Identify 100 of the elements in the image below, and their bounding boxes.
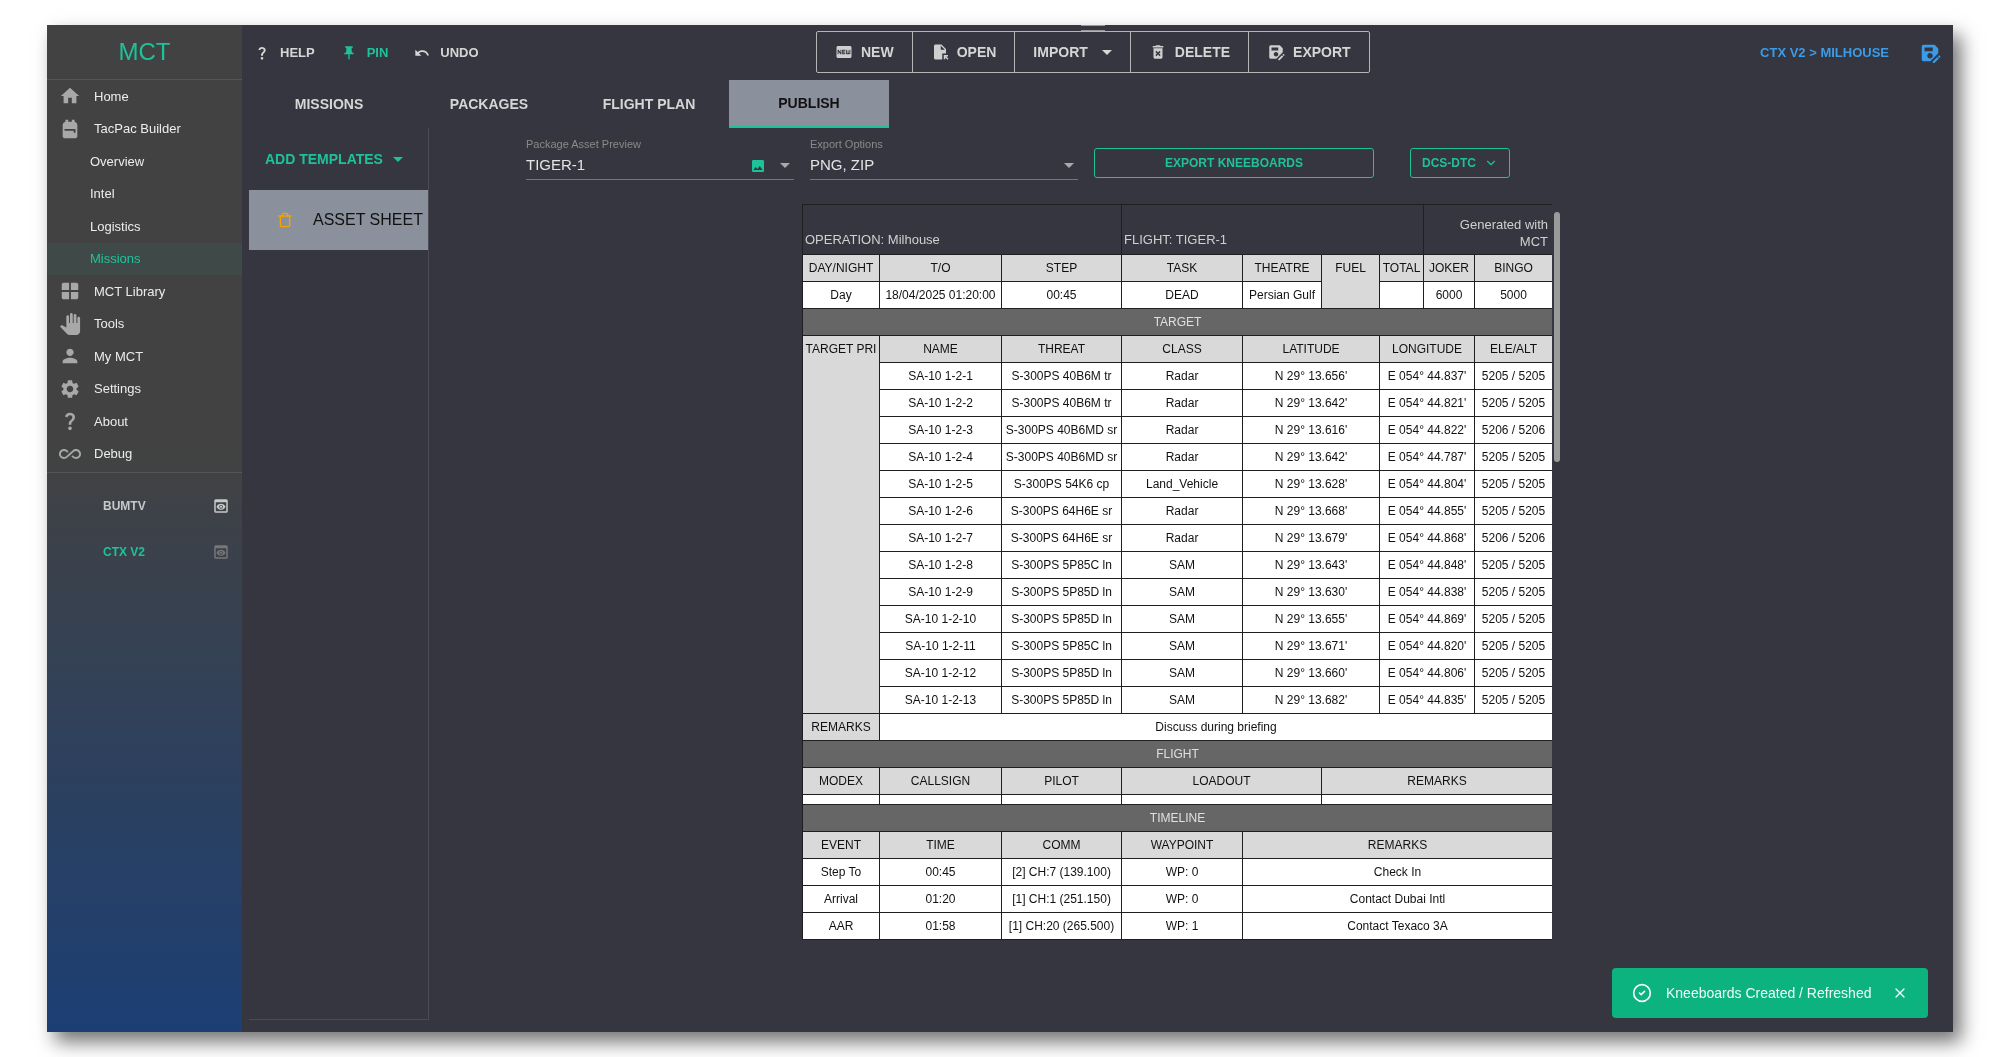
- table-cell: E 054° 44.822': [1379, 416, 1475, 443]
- table-cell: Day: [802, 281, 880, 308]
- table-cell: Radar: [1121, 443, 1243, 470]
- file-button[interactable]: DELETE: [1129, 32, 1249, 72]
- table-cell: 01:20: [879, 885, 1002, 912]
- header-cell: LOADOUT: [1121, 767, 1322, 794]
- toolbar-button[interactable]: UNDO: [414, 42, 479, 63]
- table-cell: N 29° 13.642': [1242, 443, 1380, 470]
- table-cell: S-300PS 5P85C ln: [1001, 632, 1122, 659]
- table-cell: WP: 0: [1121, 885, 1243, 912]
- table-cell: 5205 / 5205: [1474, 632, 1552, 659]
- table-cell: WP: 1: [1121, 912, 1243, 939]
- table-cell: 5205 / 5205: [1474, 389, 1552, 416]
- table-cell: [1] CH:20 (265.500): [1001, 912, 1122, 939]
- sidebar-item[interactable]: Logistics: [47, 210, 242, 243]
- table-cell: SA-10 1-2-1: [879, 362, 1002, 389]
- dropdown-caret-icon: [780, 163, 790, 168]
- tab[interactable]: MISSIONS: [249, 80, 409, 128]
- table-cell: DEAD: [1121, 281, 1243, 308]
- header-cell: ELE/ALT: [1474, 335, 1552, 362]
- sidebar-item[interactable]: About: [47, 405, 242, 438]
- campaign-item[interactable]: BUMTV: [47, 483, 242, 529]
- table-cell: SAM: [1121, 605, 1243, 632]
- table-cell: N 29° 13.628': [1242, 470, 1380, 497]
- tab[interactable]: PUBLISH: [729, 80, 889, 128]
- table-cell: Radar: [1121, 497, 1243, 524]
- table-cell: S-300PS 5P85D ln: [1001, 659, 1122, 686]
- header-cell: BINGO: [1474, 254, 1552, 281]
- sidebar-item[interactable]: MCT Library: [47, 275, 242, 308]
- select-field[interactable]: Export Options PNG, ZIP: [810, 136, 1078, 180]
- table-cell: N 29° 13.668': [1242, 497, 1380, 524]
- sidebar-item[interactable]: Debug: [47, 437, 242, 470]
- select-field[interactable]: Package Asset Preview TIGER-1: [526, 136, 794, 180]
- sidebar-item[interactable]: Home: [47, 80, 242, 113]
- table-cell: N 29° 13.671': [1242, 632, 1380, 659]
- header-cell: THREAT: [1001, 335, 1122, 362]
- campaign-item[interactable]: CTX V2: [47, 529, 242, 575]
- sidebar-item[interactable]: Tools: [47, 307, 242, 340]
- header-cell: LONGITUDE: [1379, 335, 1475, 362]
- template-item[interactable]: ASSET SHEET: [249, 190, 428, 250]
- header-cell: REMARKS: [1321, 767, 1552, 794]
- table-cell: E 054° 44.848': [1379, 551, 1475, 578]
- scrollbar[interactable]: [1554, 211, 1560, 462]
- table-cell: SA-10 1-2-3: [879, 416, 1002, 443]
- table-cell: SAM: [1121, 686, 1243, 713]
- sidebar-item[interactable]: Settings: [47, 372, 242, 405]
- table-cell: 5206 / 5206: [1474, 524, 1552, 551]
- table-cell: E 054° 44.806': [1379, 659, 1475, 686]
- file-button[interactable]: OPEN: [911, 32, 1015, 72]
- table-cell: E 054° 44.855': [1379, 497, 1475, 524]
- image-icon[interactable]: [750, 157, 766, 174]
- add-templates-button[interactable]: ADD TEMPLATES: [249, 136, 428, 182]
- table-cell: S-300PS 40B6MD sr: [1001, 443, 1122, 470]
- sidebar-item[interactable]: TacPac Builder: [47, 112, 242, 145]
- table-cell: S-300PS 5P85D ln: [1001, 578, 1122, 605]
- table-cell: SA-10 1-2-7: [879, 524, 1002, 551]
- header-cell: NAME: [879, 335, 1002, 362]
- table-cell: N 29° 13.656': [1242, 362, 1380, 389]
- table-cell: N 29° 13.616': [1242, 416, 1380, 443]
- header-cell: THEATRE: [1242, 254, 1322, 281]
- export-kneeboards-button[interactable]: EXPORT KNEEBOARDS: [1094, 147, 1374, 178]
- table-cell: N 29° 13.630': [1242, 578, 1380, 605]
- table-cell: SA-10 1-2-13: [879, 686, 1002, 713]
- table-cell: SA-10 1-2-5: [879, 470, 1002, 497]
- dcs-dtc-button[interactable]: DCS-DTC: [1410, 147, 1510, 178]
- table-cell: 5205 / 5205: [1474, 443, 1552, 470]
- file-button[interactable]: NEW: [817, 32, 912, 72]
- toolbar-button[interactable]: HELP: [254, 42, 315, 63]
- file-button[interactable]: EXPORT: [1248, 32, 1369, 72]
- trash-icon: [277, 211, 293, 229]
- section-band: TARGET: [802, 308, 1552, 335]
- dropdown-caret-icon: [1064, 163, 1074, 168]
- header-cell: REMARKS: [1242, 831, 1552, 858]
- header-cell: LATITUDE: [1242, 335, 1380, 362]
- table-cell: E 054° 44.835': [1379, 686, 1475, 713]
- table-cell: E 054° 44.804': [1379, 470, 1475, 497]
- sidebar-item[interactable]: Intel: [47, 177, 242, 210]
- table-cell: SA-10 1-2-10: [879, 605, 1002, 632]
- toolbar-button[interactable]: PIN: [340, 42, 389, 63]
- table-cell: S-300PS 40B6M tr: [1001, 362, 1122, 389]
- sidebar-item[interactable]: Missions: [47, 242, 242, 275]
- table-cell: SA-10 1-2-4: [879, 443, 1002, 470]
- header-cell: FUEL: [1321, 254, 1380, 308]
- file-button[interactable]: IMPORT: [1014, 32, 1130, 72]
- sidebar-item[interactable]: Overview: [47, 145, 242, 178]
- header-cell: TIME: [879, 831, 1002, 858]
- table-cell: Land_Vehicle: [1121, 470, 1243, 497]
- preview-icon[interactable]: [212, 497, 230, 515]
- table-cell: 01:58: [879, 912, 1002, 939]
- sidebar-item[interactable]: My MCT: [47, 340, 242, 373]
- section-band: FLIGHT: [802, 740, 1552, 767]
- table-cell: N 29° 13.655': [1242, 605, 1380, 632]
- header-cell: COMM: [1001, 831, 1122, 858]
- tab[interactable]: FLIGHT PLAN: [569, 80, 729, 128]
- tab[interactable]: PACKAGES: [409, 80, 569, 128]
- table-cell: Radar: [1121, 524, 1243, 551]
- section-band: TIMELINE: [802, 804, 1552, 831]
- dropdown-caret-icon: [1101, 49, 1112, 55]
- table-cell: Radar: [1121, 389, 1243, 416]
- breadcrumb[interactable]: CTX V2 > MILHOUSE: [1760, 42, 1889, 63]
